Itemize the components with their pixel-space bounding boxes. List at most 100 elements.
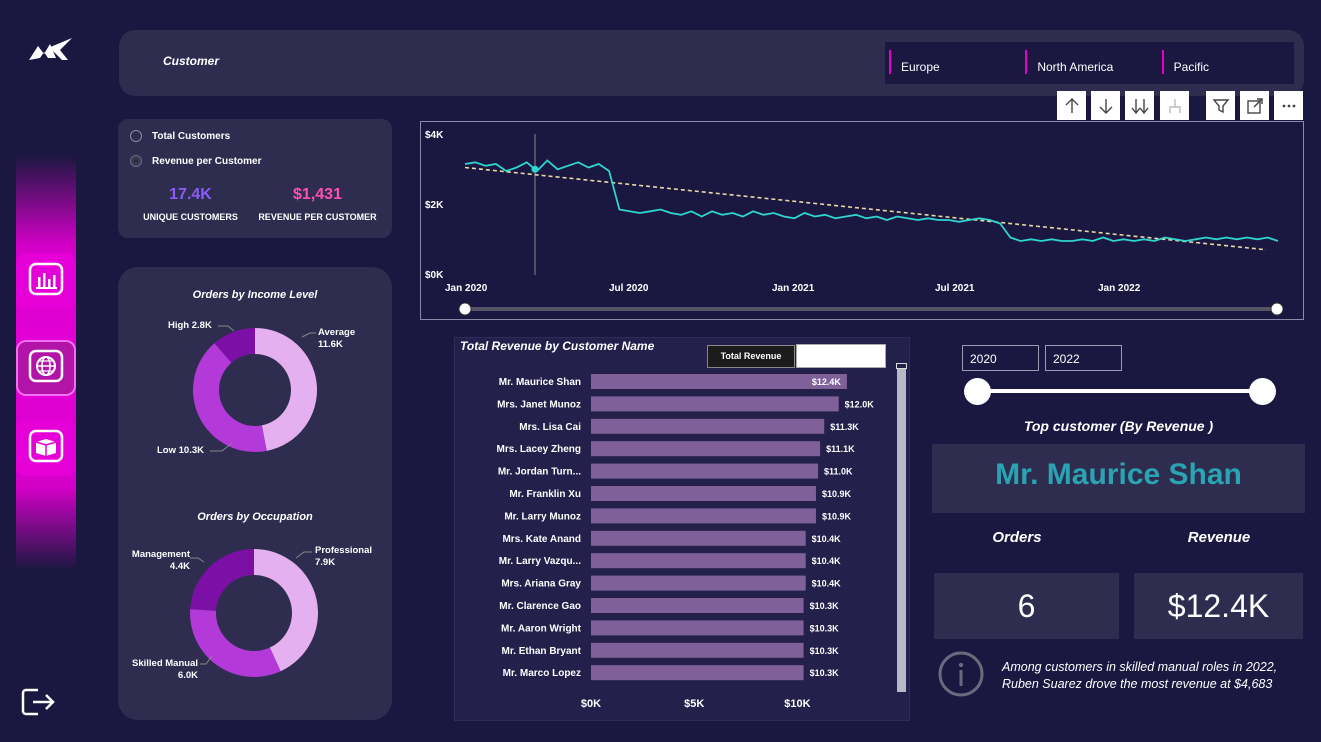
revenue-bar[interactable] <box>591 620 804 636</box>
bar-category-label: Mrs. Janet Munoz <box>497 399 581 410</box>
region-slicer: Europe North America Pacific <box>885 42 1294 84</box>
revenue-per-customer-value: $1,431 <box>293 186 342 203</box>
date-range-end-handle[interactable] <box>1270 302 1284 316</box>
drill-down-button[interactable] <box>1091 91 1120 120</box>
orders-value: 6 <box>1017 588 1036 624</box>
bar-data-label: $12.4K <box>812 377 842 387</box>
donut-income-title: Orders by Income Level <box>192 289 318 301</box>
bar-category-label: Mrs. Ariana Gray <box>501 579 581 590</box>
bar-category-label: Mr. Aaron Wright <box>501 623 582 634</box>
revenue-bar[interactable] <box>591 553 806 569</box>
radio-circle-selected[interactable] <box>130 155 142 167</box>
donut-occupation-leader-lines <box>190 551 312 665</box>
more-options-button[interactable] <box>1274 91 1303 120</box>
bar-category-label: Mr. Franklin Xu <box>509 489 581 500</box>
ellipsis-icon <box>1282 104 1295 107</box>
date-range-start-handle[interactable] <box>458 302 472 316</box>
arrow-up-icon <box>1065 97 1078 113</box>
bar-category-label: Mr. Maurice Shan <box>499 377 581 388</box>
revenue-bar[interactable] <box>591 418 825 434</box>
bar-chart-scrollbar[interactable] <box>897 365 906 692</box>
region-option-pacific[interactable]: Pacific <box>1158 42 1294 84</box>
year-end-input[interactable]: 2022 <box>1045 345 1122 371</box>
revenue-bar[interactable] <box>591 575 806 591</box>
bar-plot-area: Mr. Maurice Shan $12.4K Mrs. Janet Munoz $1… <box>497 374 875 710</box>
bar-data-label: $10.9K <box>822 489 852 499</box>
revenue-bar[interactable] <box>591 642 804 658</box>
expand-all-button[interactable] <box>1125 91 1154 120</box>
bar-data-label: $10.3K <box>810 601 840 611</box>
bar-data-label: $10.4K <box>812 556 842 566</box>
logo-icon <box>26 34 78 64</box>
unique-customers-value: 17.4K <box>169 186 212 203</box>
bar-x-tick-label: $5K <box>684 698 704 710</box>
revenue-per-customer-label: REVENUE PER CUSTOMER <box>258 212 377 222</box>
bar-category-label: Mr. Jordan Turn... <box>498 467 581 478</box>
bar-data-label: $11.0K <box>824 467 853 477</box>
arrow-down-icon <box>1099 98 1112 114</box>
region-option-north-america[interactable]: North America <box>1021 42 1157 84</box>
revenue-bar[interactable] <box>591 374 847 389</box>
radio-circle[interactable] <box>130 130 142 142</box>
year-slider-end-handle[interactable] <box>1249 378 1276 405</box>
hover-point <box>531 165 539 173</box>
bar-category-label: Mr. Marco Lopez <box>503 668 581 679</box>
bar-data-label: $10.3K <box>810 668 840 678</box>
double-arrow-down-icon <box>1130 98 1149 114</box>
revenue-bar[interactable] <box>591 463 819 479</box>
revenue-bar[interactable] <box>591 441 821 457</box>
bar-data-label: $10.4K <box>812 534 842 544</box>
focus-mode-button[interactable] <box>1240 91 1269 120</box>
bar-data-label: $12.0K <box>845 399 875 409</box>
exit-icon[interactable] <box>20 686 56 718</box>
line-plot-area <box>458 134 1284 316</box>
year-start-input[interactable]: 2020 <box>962 345 1039 371</box>
donut-income-leader-lines <box>210 325 316 452</box>
info-icon <box>937 650 985 698</box>
donut-occupation-title: Orders by Occupation <box>197 511 313 523</box>
globe-icon <box>26 348 66 388</box>
revenue-value: $12.4K <box>1167 588 1270 624</box>
hierarchy-button[interactable] <box>1160 91 1189 120</box>
year-slider-start-handle[interactable] <box>964 378 991 405</box>
insight-text: Among customers in skilled manual roles … <box>1002 660 1278 691</box>
top-customer-title: Top customer (By Revenue ) <box>1023 418 1214 434</box>
revenue-bar[interactable] <box>591 530 806 546</box>
revenue-series-line <box>464 159 1279 242</box>
bar-category-label: Mr. Larry Vazqu... <box>499 556 581 567</box>
bar-category-label: Mr. Ethan Bryant <box>502 646 582 657</box>
orders-label: Orders <box>992 529 1042 546</box>
radio-total-customers[interactable]: Total Customers <box>130 130 230 142</box>
revenue-bar[interactable] <box>591 396 839 412</box>
revenue-bar[interactable] <box>591 486 816 501</box>
region-option-europe[interactable]: Europe <box>885 42 1021 84</box>
revenue-bar[interactable] <box>591 598 804 613</box>
chart-icon <box>26 261 66 301</box>
radio-revenue-per-customer[interactable]: Revenue per Customer <box>130 155 261 167</box>
year-slider-track[interactable] <box>977 389 1263 393</box>
scrollbar-track-top <box>896 363 907 369</box>
revenue-bar[interactable] <box>591 508 816 524</box>
bar-data-label: $10.4K <box>812 579 842 589</box>
bar-category-label: Mrs. Lisa Cai <box>519 422 581 433</box>
bar-x-tick-label: $0K <box>581 698 601 710</box>
page-title: Customer <box>163 54 220 68</box>
unique-customers-label: UNIQUE CUSTOMERS <box>143 212 238 222</box>
bar-chart-input-box[interactable] <box>796 344 886 368</box>
nav-button-products[interactable] <box>16 420 76 476</box>
nav-button-overview[interactable] <box>16 253 76 309</box>
filter-button[interactable] <box>1206 91 1235 120</box>
revenue-label: Revenue <box>1187 529 1251 546</box>
bar-data-label: $10.3K <box>810 623 840 633</box>
total-revenue-button[interactable]: Total Revenue <box>707 345 795 368</box>
drill-up-button[interactable] <box>1057 91 1086 120</box>
revenue-bar[interactable] <box>591 665 804 681</box>
bar-category-label: Mrs. Kate Anand <box>502 534 581 545</box>
bar-category-label: Mr. Clarence Gao <box>499 601 581 612</box>
nav-button-geography[interactable] <box>16 340 76 396</box>
bar-chart-title: Total Revenue by Customer Name <box>460 339 655 353</box>
box-icon <box>26 428 66 468</box>
trend-line <box>464 166 1267 251</box>
expand-icon <box>1246 97 1263 114</box>
bar-data-label: $10.9K <box>822 511 852 521</box>
